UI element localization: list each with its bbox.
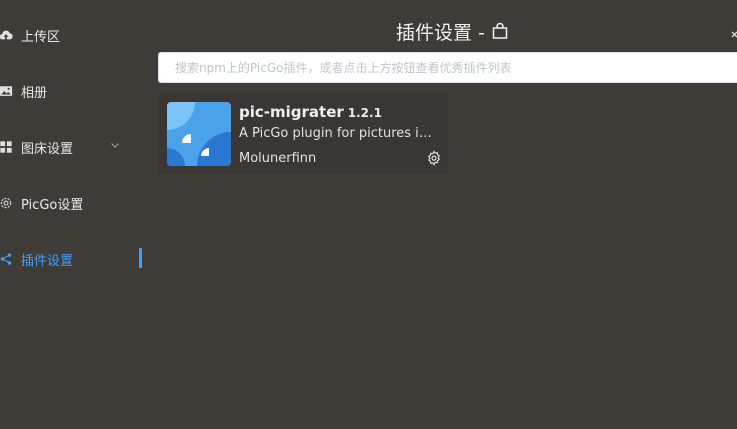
sidebar-item-picbed-settings[interactable]: 图床设置 [0,135,150,159]
sidebar-item-label: PicGo设置 [21,197,84,213]
plugin-search [158,52,737,83]
shopping-bag-icon[interactable] [491,22,509,40]
plugin-name-text: pic-migrater [239,103,344,121]
plugin-config-gear-icon[interactable] [426,150,442,166]
sidebar-item-label: 上传区 [21,29,61,45]
page-title: 插件设置 - [396,18,509,44]
share-icon [0,252,13,266]
plugin-description: A PicGo plugin for pictures in markdown [239,126,439,141]
sidebar-item-plugin-settings[interactable]: 插件设置 [0,247,150,271]
sidebar-item-upload[interactable]: 上传区 [0,23,150,47]
active-indicator [139,248,142,268]
sidebar-item-label: 相册 [21,85,48,101]
plugin-name: pic-migrater 1.2.1 [239,103,382,121]
search-input[interactable] [159,53,737,82]
upload-cloud-icon [0,28,13,42]
sidebar-item-label: 插件设置 [21,253,74,269]
sidebar-item-label: 图床设置 [21,141,74,157]
grid-icon [0,140,13,154]
plugin-author: Molunerfinn [239,151,317,166]
image-icon [0,84,13,98]
sidebar-item-gallery[interactable]: 相册 [0,79,150,103]
plugin-version: 1.2.1 [347,106,382,120]
chevron-down-icon[interactable] [110,140,120,150]
gear-icon [0,196,13,210]
sidebar: 上传区 相册 图床设置 PicGo设置 插件设置 [0,0,150,429]
sidebar-item-picgo-settings[interactable]: PicGo设置 [0,191,150,215]
app-window: 上传区 相册 图床设置 PicGo设置 插件设置 插件设置 - 搜索npm上的P… [0,0,737,429]
plugin-logo [167,102,231,166]
window-close-icon[interactable] [731,22,737,38]
page-title-text: 插件设置 - [396,21,485,44]
plugin-card[interactable]: pic-migrater 1.2.1 A PicGo plugin for pic… [158,93,448,174]
